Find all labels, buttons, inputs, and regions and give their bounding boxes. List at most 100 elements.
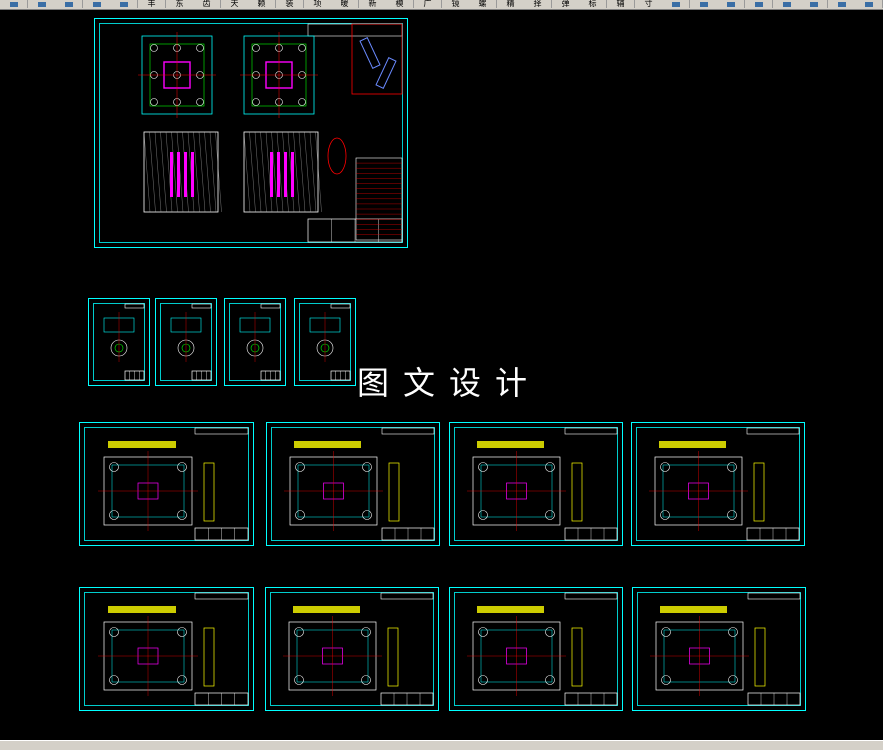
toolbar-button[interactable]: 新 bbox=[359, 0, 387, 8]
grid-button[interactable] bbox=[662, 0, 690, 8]
toolbar-button[interactable]: 暖 bbox=[331, 0, 359, 8]
side-view bbox=[571, 627, 583, 687]
toolbar-button-label: 寸 bbox=[644, 0, 653, 8]
dim-button[interactable] bbox=[717, 0, 745, 8]
drawing-sheet-graphic bbox=[224, 298, 286, 386]
drawing-sheet-graphic bbox=[79, 422, 254, 546]
drawing-sheet[interactable] bbox=[79, 422, 254, 546]
toolbar-button[interactable]: 镜 bbox=[442, 0, 470, 8]
side-view bbox=[754, 627, 766, 687]
toolbar-button[interactable]: 装 bbox=[276, 0, 304, 8]
toolbar-button[interactable]: 弹 bbox=[552, 0, 580, 8]
text-button[interactable] bbox=[800, 0, 828, 8]
toolbar-button-label: 新 bbox=[368, 0, 377, 8]
core-pin bbox=[177, 152, 180, 197]
sheet-border bbox=[79, 587, 254, 711]
pencil-icon bbox=[92, 2, 101, 7]
sheet-border bbox=[449, 587, 623, 711]
toolbar-button[interactable]: 模 bbox=[386, 0, 414, 8]
drawing-sheet[interactable] bbox=[266, 422, 440, 546]
text-icon bbox=[809, 2, 818, 7]
sheet-border bbox=[631, 422, 805, 546]
drawing-sheet[interactable] bbox=[632, 587, 806, 711]
print-icon bbox=[864, 2, 873, 7]
toolbar-button[interactable]: 标 bbox=[579, 0, 607, 8]
toolbar: 丰 东 齿 天 赖 装 项暖 新 模广镜螺 精 择 弹标 辅 寸 bbox=[0, 0, 883, 10]
grid-icon bbox=[671, 2, 680, 7]
toolbar-button-label: 辅 bbox=[616, 0, 625, 8]
section-strip bbox=[659, 441, 726, 448]
toolbar-button[interactable]: 天 bbox=[221, 0, 249, 8]
drawing-sheet[interactable] bbox=[155, 298, 217, 386]
toolbar-button[interactable]: 东 bbox=[166, 0, 194, 8]
drawing-sheet-graphic bbox=[632, 587, 806, 711]
toolbar-button-label: 精 bbox=[506, 0, 515, 8]
drawing-sheet-graphic bbox=[94, 18, 408, 248]
toolbar-button[interactable]: 辅 bbox=[607, 0, 635, 8]
drawing-sheet[interactable] bbox=[94, 18, 408, 248]
drawing-sheet[interactable] bbox=[88, 298, 150, 386]
core-pin bbox=[284, 152, 287, 197]
app-button[interactable] bbox=[0, 0, 28, 8]
drawing-sheet[interactable] bbox=[294, 298, 356, 386]
toolbar-button[interactable]: 广 bbox=[414, 0, 442, 8]
toolbar-button-label: 天 bbox=[230, 0, 239, 8]
side-view bbox=[203, 627, 215, 687]
drawing-sheet[interactable] bbox=[265, 587, 439, 711]
layer-button[interactable] bbox=[110, 0, 138, 8]
section-strip bbox=[293, 606, 360, 613]
pencil-button[interactable] bbox=[83, 0, 111, 8]
core-pin bbox=[277, 152, 280, 197]
revision-block bbox=[191, 303, 212, 309]
toolbar-button[interactable]: 精 bbox=[497, 0, 525, 8]
toolbar-button-label: 丰 bbox=[147, 0, 156, 8]
section-view bbox=[143, 131, 219, 213]
toolbar-button[interactable]: 螺 bbox=[469, 0, 497, 8]
drawing-sheet[interactable] bbox=[449, 422, 623, 546]
sheet-border bbox=[632, 587, 806, 711]
dim-icon bbox=[726, 2, 735, 7]
toolbar-button-label: 螺 bbox=[478, 0, 487, 8]
toolbar-button[interactable]: 丰 bbox=[138, 0, 166, 8]
drawing-sheet-graphic bbox=[449, 587, 623, 711]
revision-block bbox=[124, 303, 145, 309]
revision-block bbox=[194, 592, 249, 600]
toolbar-button[interactable]: 赖 bbox=[248, 0, 276, 8]
sheet-border bbox=[449, 422, 623, 546]
toolbar-button[interactable]: 齿 bbox=[193, 0, 221, 8]
print-button[interactable] bbox=[855, 0, 883, 8]
drawing-sheet[interactable] bbox=[224, 298, 286, 386]
section-strip bbox=[660, 606, 727, 613]
core-pin bbox=[184, 152, 187, 197]
toolbar-button[interactable]: 择 bbox=[524, 0, 552, 8]
drawing-sheet-graphic bbox=[155, 298, 217, 386]
section-strip bbox=[294, 441, 361, 448]
toolbar-button-label: 择 bbox=[533, 0, 542, 8]
toolbar-button-label: 赖 bbox=[257, 0, 266, 8]
drawing-sheet-graphic bbox=[265, 587, 439, 711]
drawing-sheet[interactable] bbox=[631, 422, 805, 546]
chart-button[interactable] bbox=[828, 0, 856, 8]
drawing-sheet[interactable] bbox=[79, 587, 254, 711]
toolbar-button-label: 齿 bbox=[202, 0, 211, 8]
revision-block bbox=[564, 427, 618, 435]
check-button[interactable] bbox=[773, 0, 801, 8]
app-icon bbox=[9, 2, 18, 7]
drawing-sheet[interactable] bbox=[449, 587, 623, 711]
layer-icon bbox=[119, 2, 128, 7]
drawing-sheet-graphic bbox=[266, 422, 440, 546]
section-view bbox=[243, 131, 319, 213]
core-pin bbox=[191, 152, 194, 197]
toolbar-button[interactable]: 项 bbox=[304, 0, 332, 8]
snap-button[interactable] bbox=[745, 0, 773, 8]
table-button[interactable] bbox=[690, 0, 718, 8]
sheet-border bbox=[79, 422, 254, 546]
toolbar-button-label: 东 bbox=[175, 0, 184, 8]
revision-block bbox=[194, 427, 249, 435]
toolbar-button[interactable]: 寸 bbox=[635, 0, 663, 8]
ruler-button[interactable] bbox=[55, 0, 83, 8]
help-button[interactable] bbox=[28, 0, 56, 8]
toolbar-button-label: 装 bbox=[285, 0, 294, 8]
core-pin bbox=[291, 152, 294, 197]
pin-part bbox=[359, 37, 381, 69]
